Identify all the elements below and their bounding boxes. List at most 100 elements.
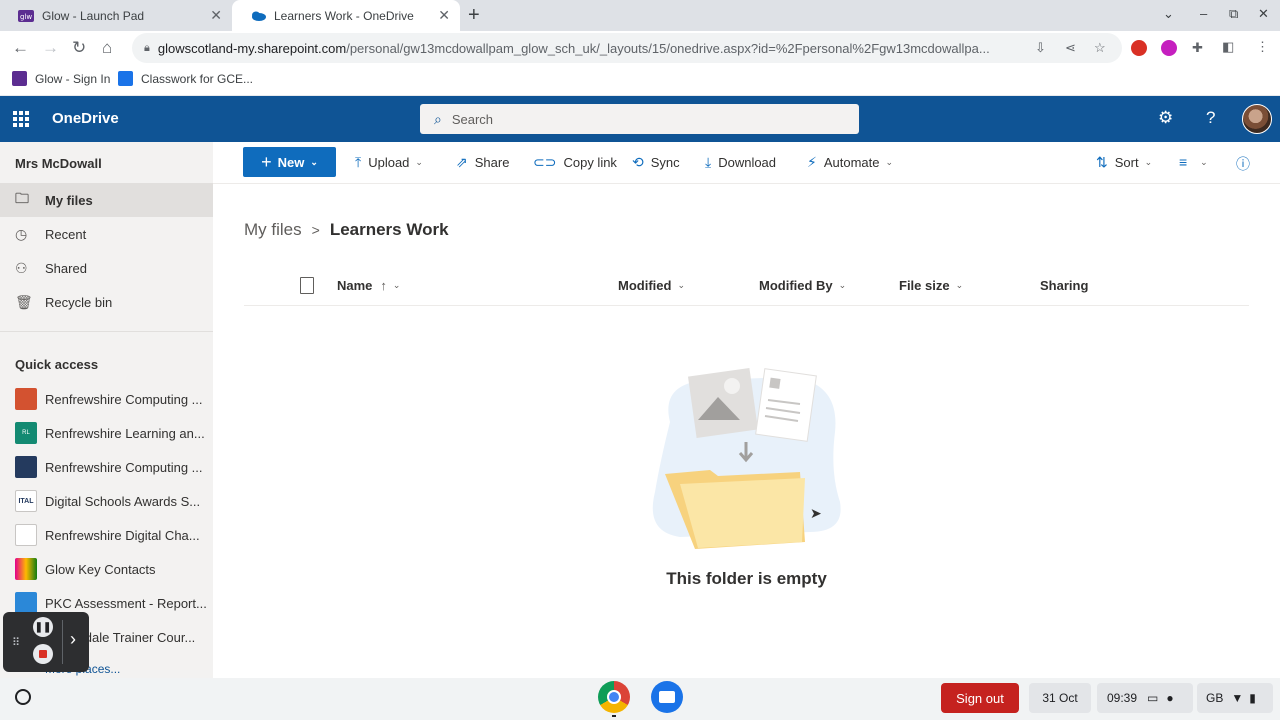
share-icon: ⇗ (456, 154, 468, 170)
quick-access-item[interactable]: Glow Key Contacts (0, 552, 213, 586)
forward-icon[interactable]: → (42, 38, 59, 58)
back-icon[interactable]: ← (12, 38, 29, 58)
avatar[interactable] (1242, 104, 1272, 134)
new-button[interactable]: + New ⌄ (243, 147, 336, 177)
puzzle-icon[interactable]: ✚ (1192, 40, 1203, 56)
column-label: Modified By (759, 278, 833, 293)
quick-access-item[interactable]: Renfrewshire Digital Cha... (0, 518, 213, 552)
column-sharing[interactable]: Sharing (1040, 278, 1088, 293)
chevron-down-icon: ⌄ (838, 280, 847, 290)
minimize-icon[interactable]: – (1200, 6, 1207, 21)
screen-capture-icon: ▭ (1147, 691, 1159, 705)
column-file-size[interactable]: File size ⌄ (899, 278, 963, 293)
install-icon[interactable]: ⇩ (1035, 40, 1046, 56)
nav-shared[interactable]: ⚇ Shared (0, 251, 213, 285)
os-shelf: Sign out 31 Oct 09:39 ▭ ● GB ▼ ▮ (0, 678, 1280, 720)
column-header-row: Name ↑ ⌄ Modified ⌄ Modified By ⌄ File s… (244, 268, 1249, 306)
automate-button[interactable]: ⚡︎ Automate ⌄ (807, 154, 893, 171)
site-icon (15, 388, 37, 410)
url-host: glowscotland-my.sharepoint.com (157, 40, 347, 56)
view-options-button[interactable]: ≡ ⌄ (1179, 154, 1208, 170)
url-field[interactable]: 🔒︎ glowscotland-my.sharepoint.com/person… (132, 33, 1122, 63)
upload-icon: ⤒ (355, 154, 362, 170)
launcher-icon[interactable] (15, 689, 31, 705)
chevron-down-icon: ⌄ (885, 157, 894, 167)
chevron-right-icon: > (311, 222, 320, 238)
user-name: Mrs McDowall (15, 156, 102, 171)
sync-button[interactable]: ⟲ Sync (632, 154, 680, 171)
share-button[interactable]: ⇗ Share (456, 154, 509, 171)
battery-icon: ▮ (1249, 691, 1256, 705)
details-pane-button[interactable]: ⓘ (1236, 154, 1257, 174)
nav-label: Recent (45, 226, 87, 242)
drag-handle-icon[interactable]: ⠿ (12, 636, 20, 649)
tab-learners-work-onedrive[interactable]: Learners Work - OneDrive ✕ (232, 0, 460, 31)
breadcrumb-my-files[interactable]: My files (244, 220, 302, 240)
quick-access-item[interactable]: ITAL Digital Schools Awards S... (0, 484, 213, 518)
site-icon (15, 558, 37, 580)
sidepanel-icon[interactable]: ◧ (1222, 39, 1234, 55)
reload-icon[interactable]: ↻ (72, 38, 86, 58)
download-button[interactable]: ⤓ Download (705, 154, 776, 171)
quick-access-item[interactable]: Renfrewshire Computing ... (0, 450, 213, 484)
chevron-down-icon: ⌄ (1200, 156, 1208, 167)
bookmark-glow-sign-in[interactable]: Glow - Sign In (12, 71, 110, 86)
files-app-icon[interactable] (651, 681, 683, 713)
quick-access-item[interactable]: RL Renfrewshire Learning an... (0, 416, 213, 450)
extension-icon[interactable] (1161, 40, 1177, 56)
quick-access-label: Renfrewshire Digital Cha... (45, 527, 200, 543)
status-tray[interactable]: 09:39 ▭ ● (1097, 683, 1193, 713)
column-modified-by[interactable]: Modified By ⌄ (759, 278, 846, 293)
pause-icon[interactable]: ❚❚ (33, 617, 53, 637)
sort-icon: ⇅ (1096, 154, 1108, 170)
suite-bar: OneDrive ⌕ Search ⚙︎ ? (0, 96, 1280, 142)
nav-my-files[interactable]: 🗀︎ My files (0, 183, 213, 217)
left-navigation: Mrs McDowall 🗀︎ My files ◷ Recent ⚇ Shar… (0, 142, 213, 678)
close-icon[interactable]: ✕ (438, 7, 450, 24)
chrome-icon[interactable] (598, 681, 630, 713)
tab-search-icon[interactable]: ⌄ (1163, 6, 1174, 22)
bookmark-label: Classwork for GCE... (141, 71, 254, 86)
quick-settings-tray[interactable]: GB ▼ ▮ (1197, 683, 1273, 713)
stop-recording-icon[interactable] (33, 644, 53, 664)
quick-access-item[interactable]: Renfrewshire Computing ... (0, 382, 213, 416)
nav-recycle-bin[interactable]: 🗑︎ Recycle bin (0, 285, 213, 319)
close-window-icon[interactable]: ✕ (1258, 6, 1269, 22)
record-icon: ● (1166, 691, 1174, 705)
help-icon[interactable]: ? (1206, 108, 1215, 128)
column-name[interactable]: Name ↑ ⌄ (337, 278, 400, 293)
gear-icon[interactable]: ⚙︎ (1158, 108, 1173, 128)
sign-out-button[interactable]: Sign out (941, 683, 1019, 713)
file-type-icon[interactable] (300, 277, 314, 294)
bookmark-classwork[interactable]: Classwork for GCE... (118, 71, 253, 86)
screen-recorder-controls: ⠿ ❚❚ › (3, 612, 89, 672)
command-bar: + New ⌄ ⤒ Upload ⌄ ⇗ Share ⊂⊃ Copy link … (213, 142, 1280, 184)
new-tab-button[interactable]: + (468, 4, 480, 27)
close-icon[interactable]: ✕ (210, 7, 222, 24)
app-name[interactable]: OneDrive (52, 110, 119, 127)
menu-icon[interactable]: ⋮ (1256, 39, 1269, 55)
nav-recent[interactable]: ◷ Recent (0, 217, 213, 251)
home-icon[interactable]: ⌂ (102, 38, 112, 58)
sync-icon: ⟲ (632, 154, 644, 170)
column-modified[interactable]: Modified ⌄ (618, 278, 685, 293)
site-icon: RL (15, 422, 37, 444)
share-icon[interactable]: ⋖ (1065, 40, 1076, 56)
extension-icon[interactable] (1131, 40, 1147, 56)
tab-glow-launch-pad[interactable]: glw Glow - Launch Pad ✕ (0, 0, 232, 31)
app-launcher-icon[interactable] (13, 111, 29, 127)
chevron-right-icon[interactable]: › (70, 629, 76, 650)
divider (62, 620, 63, 664)
search-input[interactable]: ⌕ Search (420, 104, 859, 134)
upload-button[interactable]: ⤒ Upload ⌄ (355, 154, 423, 171)
maximize-icon[interactable]: ⧉ (1229, 6, 1238, 22)
tab-title: Glow - Launch Pad (42, 8, 145, 23)
sort-button[interactable]: ⇅ Sort ⌄ (1096, 154, 1152, 171)
copy-link-button[interactable]: ⊂⊃ Copy link (533, 154, 617, 171)
download-label: Download (718, 155, 777, 170)
date-display[interactable]: 31 Oct (1029, 683, 1091, 713)
breadcrumb: My files > Learners Work (244, 220, 449, 240)
site-icon (15, 456, 37, 478)
star-icon[interactable]: ☆ (1094, 40, 1106, 56)
empty-folder-message: This folder is empty (666, 569, 827, 588)
